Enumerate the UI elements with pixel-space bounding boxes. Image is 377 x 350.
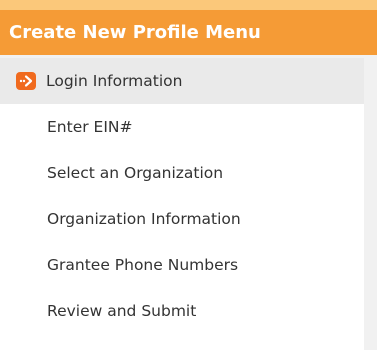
arrow-right-icon: [16, 72, 36, 90]
menu-title: Create New Profile Menu: [0, 10, 377, 55]
menu-item-organization-information[interactable]: Organization Information: [0, 196, 364, 242]
menu-item-login-information[interactable]: Login Information: [0, 58, 364, 104]
menu-list: Login Information Enter EIN# Select an O…: [0, 58, 364, 350]
menu-item-label: Enter EIN#: [47, 118, 133, 136]
menu-item-label: Review and Submit: [47, 302, 197, 320]
menu-item-label: Login Information: [46, 72, 183, 90]
menu-item-label: Organization Information: [47, 210, 241, 228]
menu-item-enter-ein[interactable]: Enter EIN#: [0, 104, 364, 150]
menu-item-grantee-phone-numbers[interactable]: Grantee Phone Numbers: [0, 242, 364, 288]
top-accent-strip: [0, 0, 377, 10]
menu-item-select-organization[interactable]: Select an Organization: [0, 150, 364, 196]
profile-menu-panel: Create New Profile Menu Login Informatio…: [0, 0, 377, 350]
menu-item-label: Select an Organization: [47, 164, 224, 182]
menu-item-label: Grantee Phone Numbers: [47, 256, 239, 274]
menu-item-review-and-submit[interactable]: Review and Submit: [0, 288, 364, 334]
